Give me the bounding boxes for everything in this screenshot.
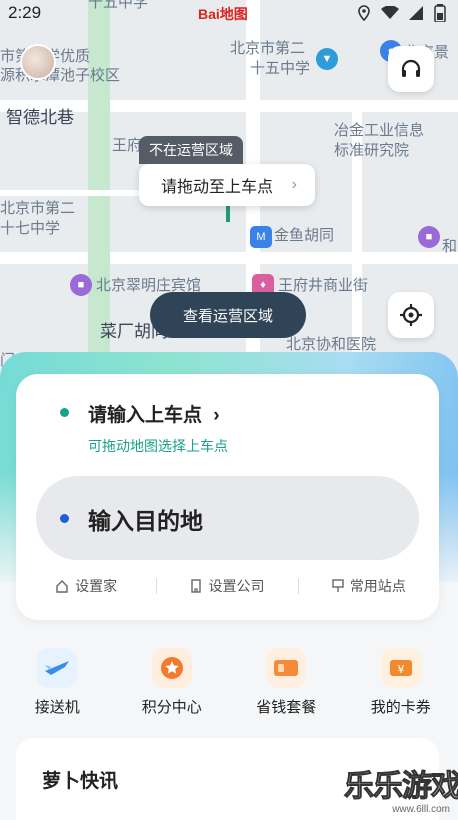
status-time: 2:29 — [8, 3, 42, 22]
headset-icon — [401, 59, 421, 77]
drag-hint-text: 请拖动至上车点 — [161, 179, 274, 196]
common-stations-button[interactable]: 常用站点 — [299, 576, 439, 596]
drag-hint-card[interactable]: 请拖动至上车点 › — [139, 164, 315, 206]
view-area-button[interactable]: 查看运营区域 — [150, 292, 306, 338]
service-label: 我的卡券 — [370, 699, 431, 716]
hotel-poi-icon: ■ — [70, 274, 92, 296]
map-label: 智德北巷 — [6, 108, 74, 127]
common-stations-label: 常用站点 — [349, 578, 406, 594]
set-home-button[interactable]: 设置家 — [16, 576, 156, 596]
home-icon — [56, 580, 68, 593]
wifi-icon — [381, 6, 399, 19]
map-label: 王府 — [112, 137, 143, 154]
service-label: 省钱套餐 — [256, 699, 317, 716]
map-label: 和 — [442, 238, 458, 255]
set-home-label: 设置家 — [75, 578, 118, 594]
set-company-button[interactable]: 设置公司 — [157, 576, 297, 596]
watermark-logo: 乐乐游戏 www.6lll.com — [344, 770, 458, 816]
map-label: 十五中学 — [250, 60, 311, 77]
pickup-dot — [60, 408, 69, 417]
map-label: 标准研究院 — [334, 142, 410, 159]
airplane-icon — [37, 648, 78, 688]
points-center-button[interactable]: 积分中心 — [115, 648, 230, 720]
map-label: 北京协和医院 — [286, 336, 377, 353]
poi-icon: ■ — [418, 226, 440, 248]
pickup-title-text: 请输入上车点 — [88, 405, 203, 426]
signal-icon — [409, 6, 423, 20]
service-label: 接送机 — [34, 699, 80, 716]
destination-placeholder: 输入目的地 — [88, 508, 203, 534]
set-company-label: 设置公司 — [208, 578, 265, 594]
customer-service-button[interactable] — [388, 46, 434, 92]
location-icon — [358, 5, 370, 21]
chevron-right-icon: › — [291, 176, 297, 193]
school-poi-icon: ▼ — [316, 48, 338, 70]
saving-package-button[interactable]: 省钱套餐 — [229, 648, 344, 720]
coupon-icon: ¥ — [380, 648, 421, 688]
chevron-right-icon: › — [213, 405, 220, 426]
pickup-hint: 可拖动地图选择上车点 — [88, 438, 228, 454]
pickup-pin[interactable]: 不在运营区域 请拖动至上车点 › — [139, 136, 315, 206]
avatar[interactable] — [20, 44, 56, 80]
news-title: 萝卜快讯 — [42, 771, 119, 792]
battery-icon — [434, 4, 446, 22]
service-grid: 接送机 积分中心 省钱套餐 ¥ 我的卡券 — [0, 648, 458, 720]
map-logo: Bai地图 — [198, 6, 248, 22]
map-label: 北京市第二 — [230, 40, 306, 57]
points-star-icon — [151, 648, 192, 688]
pickup-input[interactable]: 请输入上车点 › — [88, 400, 220, 427]
map-label: 北京市第二 — [0, 200, 76, 217]
crosshair-icon — [400, 304, 422, 326]
my-coupons-button[interactable]: ¥ 我的卡券 — [344, 648, 458, 720]
map-label: 源积水潭池子校区 — [0, 67, 121, 84]
service-label: 积分中心 — [141, 699, 202, 716]
booking-card: 请输入上车点 › 可拖动地图选择上车点 输入目的地 设置家 设置公司 常用站点 — [16, 374, 439, 620]
package-ticket-icon — [266, 648, 307, 688]
svg-text:¥: ¥ — [397, 663, 404, 676]
locate-button[interactable] — [388, 292, 434, 338]
map-label: 冶金工业信息 — [334, 122, 425, 139]
subway-icon: M — [250, 226, 272, 248]
map-label: 王府井商业街 — [278, 277, 369, 294]
out-of-area-tag: 不在运营区域 — [139, 136, 243, 164]
quick-address-row: 设置家 设置公司 常用站点 — [16, 572, 439, 600]
building-icon — [191, 579, 202, 593]
station-icon — [332, 579, 344, 592]
map-label: 金鱼胡同 — [274, 227, 335, 244]
destination-dot — [60, 514, 69, 523]
airport-transfer-button[interactable]: 接送机 — [0, 648, 115, 720]
map-label: 十七中学 — [0, 220, 61, 237]
